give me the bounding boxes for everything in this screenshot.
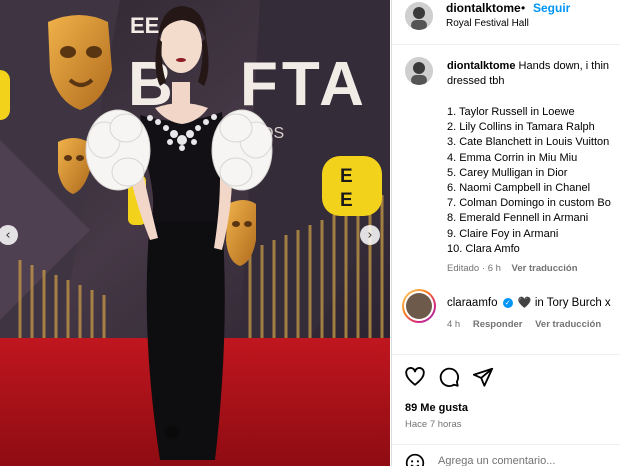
next-image-button[interactable]: › <box>360 225 380 245</box>
post-time: Hace 7 horas <box>405 419 462 430</box>
comment-age: 4 h <box>447 319 461 330</box>
list-item: 7. Colman Domingo in custom Bo <box>447 197 611 210</box>
divider <box>392 444 620 445</box>
likes-count[interactable]: 89 Me gusta <box>405 402 468 414</box>
post-header: diontalktome • Seguir Royal Festival Hal… <box>392 0 620 45</box>
caption-age: 6 h <box>487 263 501 274</box>
ee-logo-left <box>0 70 10 120</box>
list-item: 4. Emma Corrin in Miu Miu <box>447 151 578 164</box>
comment-body: in Tory Burch x <box>534 297 611 309</box>
commenter-username[interactable]: claraamfo <box>447 297 498 309</box>
meta-separator: · <box>481 263 486 274</box>
add-comment-input[interactable]: Agrega un comentario... <box>438 455 555 466</box>
caption-line-1: Hands down, i thin <box>518 60 610 72</box>
list-item: 10. Clara Amfo <box>447 242 520 255</box>
caption-username[interactable]: diontalktome <box>447 60 515 72</box>
follow-button[interactable]: Seguir <box>533 1 570 15</box>
post-location[interactable]: Royal Festival Hall <box>446 18 529 29</box>
post-side-panel: diontalktome • Seguir Royal Festival Hal… <box>391 0 620 466</box>
photo-canvas: B FTA EE DS E E <box>0 0 390 466</box>
commenter-avatar[interactable] <box>402 289 436 323</box>
translate-caption-link[interactable]: Ver traducción <box>512 263 578 274</box>
black-heart-emoji: 🖤 <box>517 296 532 309</box>
svg-text:EE: EE <box>130 13 159 38</box>
author-username[interactable]: diontalktome <box>446 1 521 15</box>
header-separator: • <box>521 1 526 15</box>
author-avatar[interactable] <box>405 2 433 30</box>
list-item: 8. Emerald Fennell in Armani <box>447 212 589 225</box>
list-item: 6. Naomi Campbell in Chanel <box>447 182 591 195</box>
caption-avatar[interactable] <box>405 57 433 85</box>
caption-meta: Editado · 6 h Ver traducción <box>447 263 578 274</box>
post-image[interactable]: B FTA EE DS E E ‹ › <box>0 0 390 466</box>
avatar-image <box>405 2 433 30</box>
list-item: 9. Claire Foy in Armani <box>447 227 559 240</box>
divider <box>392 354 620 355</box>
verified-icon: ✓ <box>502 297 513 308</box>
emoji-icon[interactable] <box>405 453 425 466</box>
list-item: 5. Carey Mulligan in Dior <box>447 166 568 179</box>
edited-label: Editado <box>447 263 480 274</box>
avatar-image <box>405 57 433 85</box>
caption-text: diontalktome Hands down, i thin dressed … <box>447 59 620 89</box>
svg-text:FTA: FTA <box>240 50 368 119</box>
list-item: 1. Taylor Russell in Loewe <box>447 106 575 118</box>
share-icon[interactable] <box>472 366 494 388</box>
caption-list: 1. Taylor Russell in Loewe 2. Lily Colli… <box>447 105 611 257</box>
list-item: 2. Lily Collins in Tamara Ralph <box>447 121 595 134</box>
translate-comment-link[interactable]: Ver traducción <box>535 319 601 330</box>
svg-text:E: E <box>340 166 353 187</box>
list-item: 3. Cate Blanchett in Louis Vuitton <box>447 136 610 149</box>
caption-line-2: dressed tbh <box>447 75 505 87</box>
comment-text: claraamfo ✓ 🖤 in Tory Burch x <box>447 296 611 309</box>
svg-text:E: E <box>340 190 353 211</box>
comment-meta: 4 h Responder Ver traducción <box>447 319 611 330</box>
ee-logo-right: E E <box>322 156 382 216</box>
reply-button[interactable]: Responder <box>473 319 523 330</box>
heart-icon[interactable] <box>404 366 426 388</box>
comment-icon[interactable] <box>438 366 460 388</box>
